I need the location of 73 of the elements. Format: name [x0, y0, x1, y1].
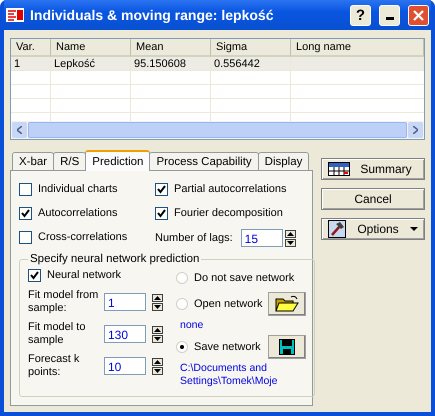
spin-up-button[interactable] [152, 358, 163, 366]
open-button[interactable] [268, 292, 306, 316]
help-button[interactable]: ? [350, 4, 371, 26]
spin-up-button[interactable] [152, 326, 163, 334]
field-label: Number of lags: [155, 232, 233, 244]
table-cell: Lepkość [51, 57, 131, 71]
checkbox-label: Neural network [47, 269, 121, 281]
scroll-thumb[interactable] [28, 122, 407, 138]
close-icon [413, 10, 424, 20]
scroll-left-button[interactable] [12, 122, 27, 138]
file-path: none [179, 319, 204, 332]
column-header[interactable]: Var. [11, 39, 51, 57]
radio-label: Open network [194, 298, 262, 310]
column-header[interactable]: Name [51, 39, 131, 57]
spin-down-button[interactable] [152, 366, 163, 374]
minimize-icon [386, 17, 394, 20]
tab[interactable]: Display [258, 152, 310, 170]
input-field[interactable]: 10 [104, 357, 146, 375]
hammer-icon [328, 220, 346, 238]
horizontal-scrollbar[interactable] [11, 121, 424, 139]
tab[interactable]: X-bar [12, 152, 54, 170]
spin-up-button[interactable] [152, 294, 163, 302]
checkbox[interactable] [28, 268, 41, 282]
checkbox[interactable] [155, 182, 168, 196]
field-label: Fit model from sample: [28, 289, 100, 315]
file-path: C:\Documents and Settings\Tomek\Moje [179, 362, 278, 388]
window-title: Individuals & moving range: lepkość [30, 7, 274, 23]
radio-label: Do not save network [194, 272, 294, 284]
input-field[interactable]: 1 [104, 293, 146, 311]
summary-button[interactable]: Summary [321, 158, 425, 180]
lags-field[interactable]: 15 [240, 229, 283, 247]
caret-icon [410, 227, 418, 231]
cancel-button[interactable]: Cancel [321, 188, 425, 210]
tab[interactable]: Prediction [85, 150, 150, 171]
radio-label: Save network [194, 341, 261, 353]
options-button[interactable]: Options [321, 218, 425, 240]
checkbox[interactable] [19, 206, 32, 220]
checkbox-label: Fourier decomposition [174, 207, 283, 219]
checkbox[interactable] [155, 206, 168, 220]
checkbox-label: Individual charts [38, 183, 118, 195]
checkbox-label: Cross-correlations [38, 231, 128, 243]
checkbox[interactable] [19, 230, 32, 244]
table-cell: 0.556442 [211, 57, 291, 71]
field-label: Fit model to sample [28, 321, 86, 347]
input-field[interactable]: 130 [104, 325, 146, 343]
column-header[interactable]: Long name [291, 39, 424, 57]
column-header[interactable]: Mean [131, 39, 211, 57]
checkbox-label: Autocorrelations [38, 207, 118, 219]
table-cell: 95.150608 [131, 57, 211, 71]
table-cell: 1 [11, 57, 51, 71]
spin-down-button[interactable] [152, 334, 163, 342]
spin-down-button[interactable] [152, 302, 163, 310]
column-header[interactable]: Sigma [211, 39, 291, 57]
checkbox-label: Partial autocorrelations [174, 183, 287, 195]
scroll-right-button[interactable] [408, 122, 423, 138]
spin-down-button[interactable] [284, 238, 296, 246]
save-button[interactable] [268, 335, 306, 359]
app-icon [6, 7, 24, 23]
minimize-button[interactable] [379, 4, 400, 26]
field-label: Forecast k points: [28, 353, 80, 379]
folder-icon [275, 295, 300, 313]
chevron-left-icon [17, 126, 22, 134]
checkbox[interactable] [19, 182, 32, 196]
tab[interactable]: Process Capability [149, 152, 259, 170]
radio-button[interactable] [176, 298, 188, 310]
close-button[interactable] [408, 4, 429, 26]
group-title: Specify neural network prediction [29, 253, 200, 265]
tab[interactable]: R/S [53, 152, 86, 170]
spin-up-button[interactable] [284, 230, 296, 238]
radio-button[interactable] [176, 341, 188, 353]
chevron-right-icon [413, 126, 418, 134]
spreadsheet-icon [328, 162, 350, 176]
radio-button[interactable] [176, 272, 188, 284]
